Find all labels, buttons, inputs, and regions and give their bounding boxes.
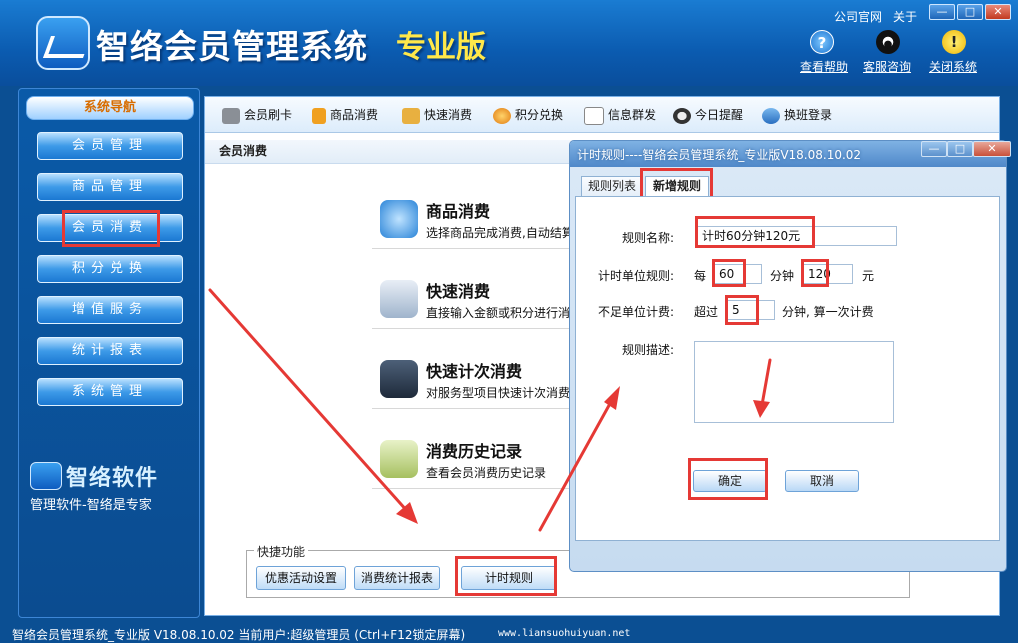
- toolbar-label: 换班登录: [784, 108, 833, 122]
- sidebar-item-system-management[interactable]: 系统管理: [37, 378, 183, 406]
- about-link[interactable]: 关于: [893, 8, 917, 25]
- short-unit-label: 不足单位计费:: [598, 305, 675, 319]
- brand-logo-icon: [30, 462, 62, 490]
- feature-divider: [372, 328, 582, 329]
- toolbar-label: 商品消费: [330, 108, 379, 122]
- toolbar-member-card[interactable]: 会员刷卡: [222, 106, 292, 124]
- highlight-box-confirm: [688, 458, 768, 500]
- short-prefix-label: 超过: [694, 305, 719, 319]
- help-button[interactable]: 查看帮助: [800, 58, 848, 75]
- highlight-box-unit-minutes: [712, 259, 746, 287]
- cash-icon: [402, 107, 420, 124]
- dialog-close-button[interactable]: ✕: [973, 141, 1011, 157]
- count-consume-icon[interactable]: [380, 360, 418, 398]
- toolbar-mass-message[interactable]: 信息群发: [584, 106, 656, 125]
- dialog-minimize-button[interactable]: —: [921, 141, 947, 157]
- exchange-icon: [493, 107, 511, 124]
- app-logo-icon: [36, 16, 90, 70]
- toolbar-label: 积分兑换: [515, 108, 564, 122]
- status-bar-url: www.liansuohuiyuan.net: [498, 628, 631, 639]
- toolbar-today-reminder[interactable]: 今日提醒: [673, 106, 743, 124]
- close-system-button[interactable]: 关闭系统: [929, 58, 977, 75]
- rule-desc-label: 规则描述:: [622, 343, 675, 357]
- unit-minutes-label: 分钟: [770, 269, 795, 283]
- help-icon[interactable]: ?: [810, 30, 834, 54]
- minimize-button[interactable]: —: [929, 4, 955, 20]
- sidebar-item-value-added-services[interactable]: 增值服务: [37, 296, 183, 324]
- quick-functions-legend: 快捷功能: [254, 543, 309, 560]
- quick-consume-icon[interactable]: [380, 280, 418, 318]
- card-reader-icon: [222, 107, 240, 124]
- feature-count-consume[interactable]: 快速计次消费: [426, 358, 522, 382]
- feature-divider: [372, 248, 582, 249]
- clock-icon: [673, 107, 691, 124]
- cancel-button[interactable]: 取消: [785, 470, 859, 492]
- sidebar-item-member-management[interactable]: 会员管理: [37, 132, 183, 160]
- toolbar-label: 信息群发: [608, 108, 657, 122]
- history-icon[interactable]: [380, 440, 418, 478]
- unit-prefix-label: 每: [694, 269, 707, 283]
- highlight-box-rule-name: [695, 216, 815, 248]
- toolbar-product-consume[interactable]: 商品消费: [312, 106, 378, 124]
- feature-desc: 选择商品完成消费,自动结算: [426, 226, 574, 240]
- sidebar-item-product-management[interactable]: 商品管理: [37, 173, 183, 201]
- toolbar-quick-consume[interactable]: 快速消费: [402, 106, 472, 124]
- brand-slogan: 管理软件-智络是专家: [30, 498, 152, 513]
- tab-rule-list[interactable]: 规则列表: [581, 176, 643, 197]
- unit-currency-label: 元: [862, 269, 875, 283]
- app-title: 智络会员管理系统: [96, 27, 368, 66]
- sidebar-item-statistics-reports[interactable]: 统计报表: [37, 337, 183, 365]
- promotion-settings-button[interactable]: 优惠活动设置: [256, 566, 346, 590]
- feature-divider: [372, 408, 582, 409]
- feature-consume-history[interactable]: 消费历史记录: [426, 438, 522, 462]
- highlight-box-short-minutes: [725, 295, 759, 325]
- consumption-report-button[interactable]: 消费统计报表: [354, 566, 440, 590]
- toolbar-label: 今日提醒: [695, 108, 744, 122]
- toolbar-label: 会员刷卡: [244, 108, 293, 122]
- money-bag-icon: [312, 107, 326, 124]
- feature-product-consume[interactable]: 商品消费: [426, 198, 490, 222]
- sidebar-header: 系统导航: [26, 96, 194, 120]
- qq-penguin-icon[interactable]: ●: [876, 30, 900, 54]
- feature-desc: 对服务型项目快速计次消费: [426, 386, 571, 400]
- sidebar-item-points-exchange[interactable]: 积分兑换: [37, 255, 183, 283]
- toolbar-points-exchange[interactable]: 积分兑换: [493, 106, 563, 124]
- highlight-box-unit-price: [801, 259, 829, 287]
- company-website-link[interactable]: 公司官网: [834, 8, 882, 25]
- status-bar-text: 智络会员管理系统_专业版 V18.08.10.02 当前用户:超级管理员 (Ct…: [12, 628, 466, 642]
- shift-login-icon: [762, 107, 780, 124]
- mail-icon: [584, 106, 604, 125]
- feature-desc: 直接输入金额或积分进行消费: [426, 306, 583, 320]
- customer-service-button[interactable]: 客服咨询: [863, 58, 911, 75]
- feature-divider: [372, 488, 582, 489]
- product-consume-icon[interactable]: [380, 200, 418, 238]
- rule-desc-textarea[interactable]: [694, 341, 894, 423]
- highlight-box-member-consumption: [62, 210, 160, 247]
- app-edition: 专业版: [396, 30, 486, 65]
- brand-name: 智络软件: [66, 466, 159, 491]
- toolbar-shift-login[interactable]: 换班登录: [762, 106, 832, 124]
- highlight-box-timing-rules: [455, 556, 557, 596]
- dialog-maximize-button[interactable]: □: [947, 141, 973, 157]
- feature-desc: 查看会员消费历史记录: [426, 466, 547, 480]
- dialog-title: 计时规则----智络会员管理系统_专业版V18.08.10.02: [577, 148, 862, 162]
- rule-name-label: 规则名称:: [622, 231, 675, 245]
- feature-quick-consume[interactable]: 快速消费: [426, 278, 490, 302]
- warning-icon[interactable]: !: [942, 30, 966, 54]
- close-window-button[interactable]: ✕: [985, 4, 1011, 20]
- maximize-button[interactable]: □: [957, 4, 983, 20]
- short-suffix-label: 分钟, 算一次计费: [782, 305, 874, 319]
- qq-penguin-glyph: ●: [883, 39, 893, 50]
- unit-rule-label: 计时单位规则:: [598, 269, 675, 283]
- toolbar-label: 快速消费: [424, 108, 473, 122]
